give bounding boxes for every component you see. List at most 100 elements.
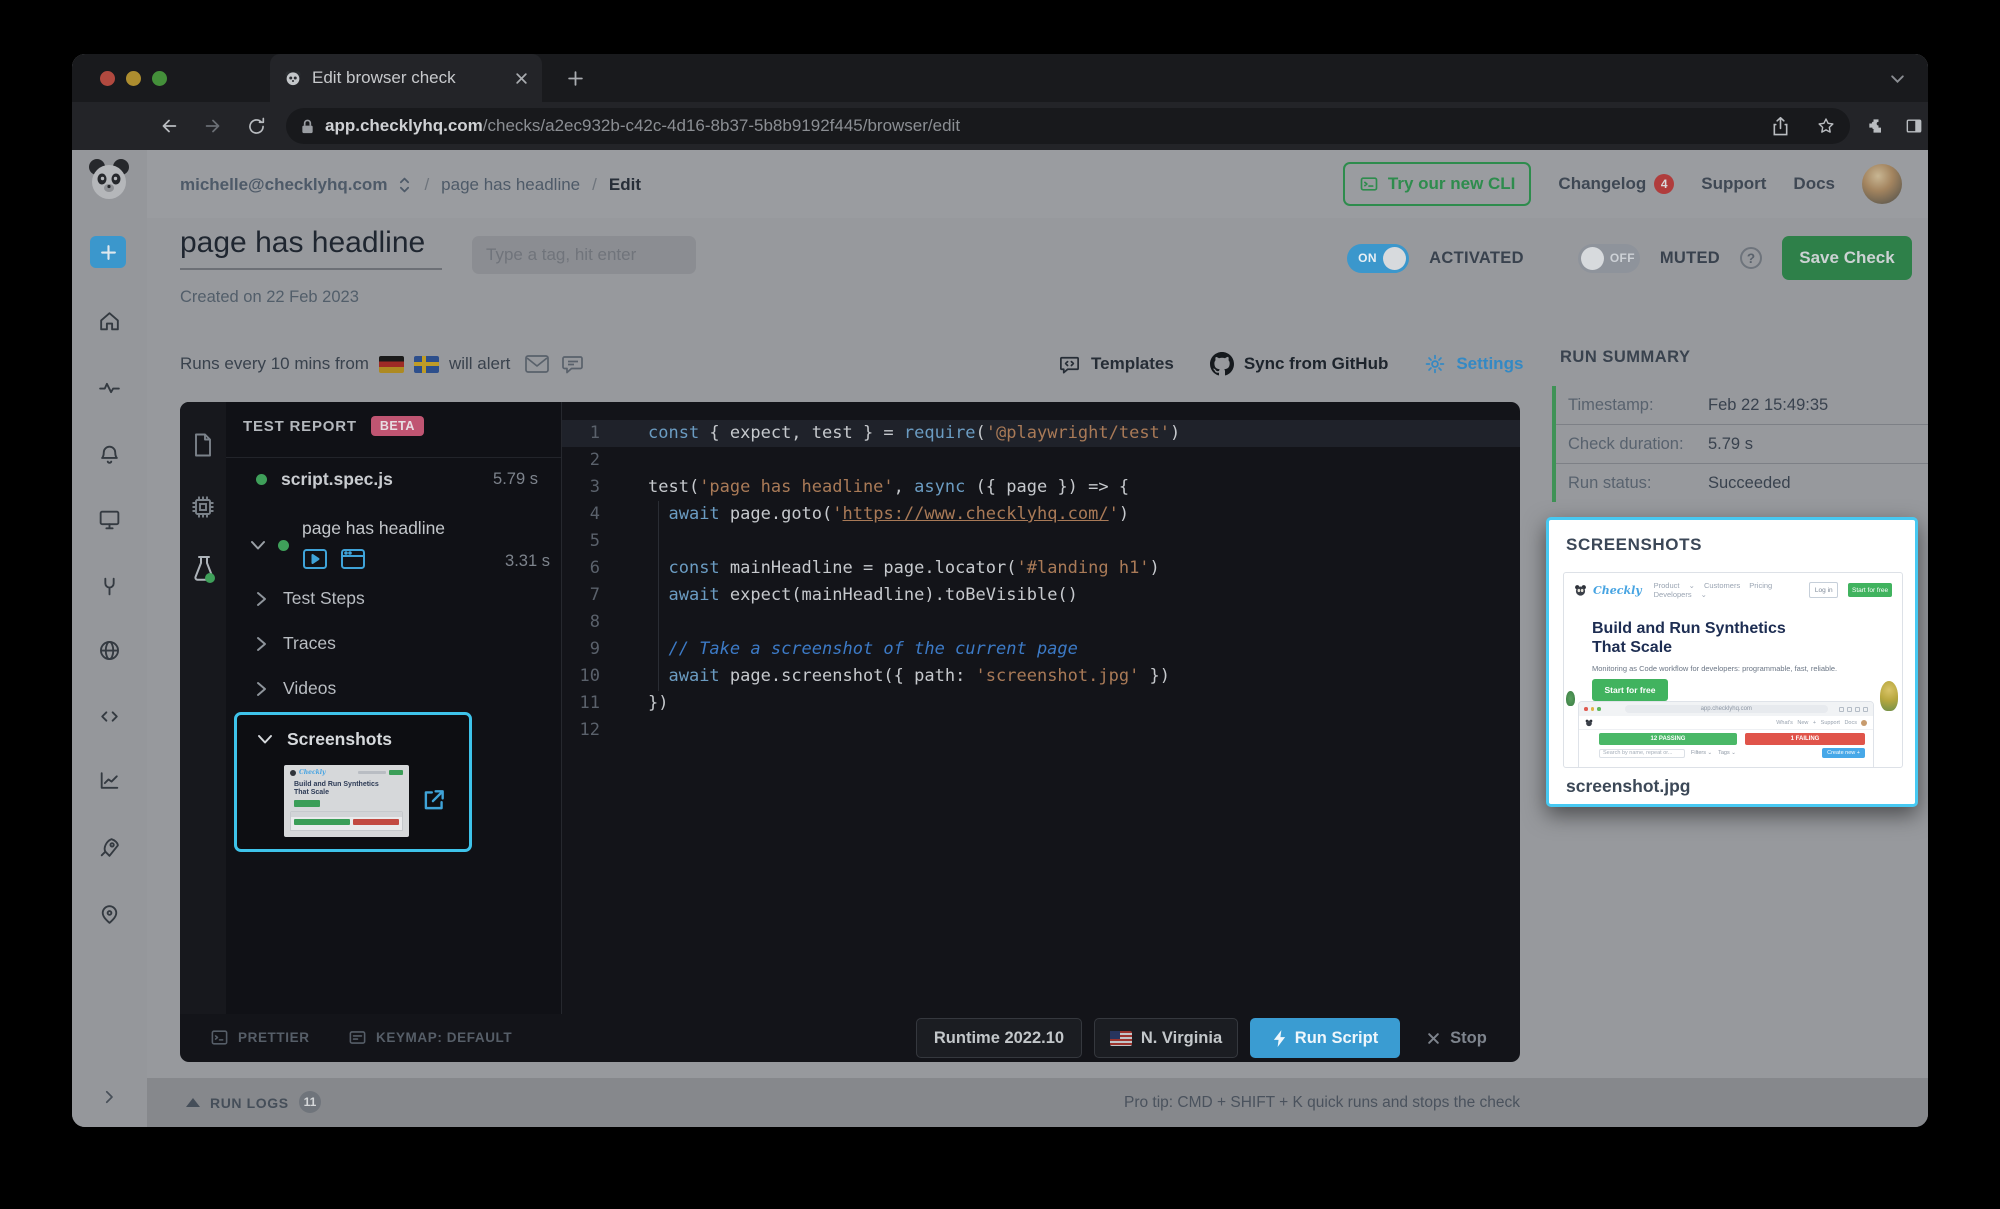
code-line[interactable]: 9 // Take a screenshot of the current pa… xyxy=(562,636,1520,663)
browser-window-icon[interactable] xyxy=(340,548,366,570)
stop-button[interactable]: Stop xyxy=(1412,1018,1502,1058)
activated-toggle[interactable]: ON xyxy=(1347,244,1409,273)
share-icon[interactable] xyxy=(1771,116,1790,137)
start-free-top-button: Start for free xyxy=(1848,583,1892,597)
user-avatar[interactable] xyxy=(1862,164,1902,204)
reload-icon[interactable] xyxy=(246,116,267,137)
docs-link[interactable]: Docs xyxy=(1793,174,1835,194)
region-selector[interactable]: N. Virginia xyxy=(1094,1018,1238,1058)
sidebar-item-monitoring[interactable] xyxy=(97,375,122,400)
sidebar-item-alerts[interactable] xyxy=(97,442,122,467)
x-icon xyxy=(1427,1032,1440,1045)
side-panel-icon[interactable] xyxy=(1904,116,1924,136)
sidebar-expand-chevron-icon[interactable] xyxy=(100,1088,118,1106)
bookmark-star-icon[interactable] xyxy=(1816,116,1836,136)
chevron-right-icon xyxy=(256,591,267,607)
spec-file-row[interactable]: script.spec.js 5.79 s xyxy=(256,464,562,494)
keymap-button[interactable]: KEYMAP: DEFAULT xyxy=(348,1028,512,1047)
tab-close-icon[interactable] xyxy=(515,72,528,85)
account-select-chevrons-icon[interactable] xyxy=(397,175,412,195)
code-line[interactable]: 8 xyxy=(562,609,1520,636)
mini-traffic-yellow xyxy=(1591,707,1595,711)
tab-search-chevron-icon[interactable] xyxy=(1890,74,1905,84)
email-alert-icon[interactable] xyxy=(524,353,550,375)
tab-favicon-panda-icon xyxy=(284,69,302,87)
sidebar-item-maintenance[interactable] xyxy=(97,574,122,599)
browser-tab[interactable]: Edit browser check xyxy=(270,54,542,102)
sidebar-item-locations[interactable] xyxy=(97,902,122,927)
breadcrumb-check-name[interactable]: page has headline xyxy=(441,175,580,195)
try-cli-button[interactable]: Try our new CLI xyxy=(1343,162,1532,206)
mini-filters-dropdown: Filters ⌄ xyxy=(1691,750,1712,756)
code-line[interactable]: 11}) xyxy=(562,690,1520,717)
minimize-window-button[interactable] xyxy=(126,71,141,86)
account-switcher[interactable]: michelle@checklyhq.com xyxy=(180,175,387,195)
muted-toggle[interactable]: OFF xyxy=(1578,244,1640,273)
header-actions: Try our new CLI Changelog 4 Support Docs xyxy=(1343,158,1902,210)
new-tab-button[interactable] xyxy=(567,70,584,87)
url-bar[interactable]: app.checklyhq.com/checks/a2ec932b-c42c-4… xyxy=(286,108,1850,144)
forward-icon[interactable] xyxy=(202,115,224,137)
templates-button[interactable]: Templates xyxy=(1058,353,1174,376)
settings-button[interactable]: Settings xyxy=(1424,353,1523,375)
screenshots-node-header[interactable]: Screenshots xyxy=(257,729,392,750)
back-icon[interactable] xyxy=(158,115,180,137)
code-line[interactable]: 1const { expect, test } = require('@play… xyxy=(562,420,1520,447)
changelog-link[interactable]: Changelog 4 xyxy=(1558,174,1674,194)
mini-create-new-button: Create new + xyxy=(1822,748,1865,758)
extensions-puzzle-icon[interactable] xyxy=(1866,116,1886,136)
code-line[interactable]: 6 const mainHeadline = page.locator('#la… xyxy=(562,555,1520,582)
close-window-button[interactable] xyxy=(100,71,115,86)
maximize-window-button[interactable] xyxy=(152,71,167,86)
sidebar-item-dashboards[interactable] xyxy=(97,507,122,532)
support-link[interactable]: Support xyxy=(1701,174,1766,194)
code-line[interactable]: 4 await page.goto('https://www.checklyhq… xyxy=(562,501,1520,528)
tree-item-videos[interactable]: Videos xyxy=(256,678,336,699)
code-line[interactable]: 10 await page.screenshot({ path: 'screen… xyxy=(562,663,1520,690)
prettier-button[interactable]: PRETTIER xyxy=(210,1028,310,1047)
muted-help-icon[interactable]: ? xyxy=(1740,247,1762,269)
test-report-flask-icon[interactable] xyxy=(190,554,218,584)
chevron-down-icon[interactable] xyxy=(250,540,266,551)
window-controls[interactable] xyxy=(100,71,167,86)
tree-item-test-steps[interactable]: Test Steps xyxy=(256,588,365,609)
code-line[interactable]: 3test('page has headline', async ({ page… xyxy=(562,474,1520,501)
screenshots-node-label: Screenshots xyxy=(287,729,392,750)
tab-title: Edit browser check xyxy=(312,68,515,88)
tree-item-screenshots-highlighted[interactable]: Screenshots Checkly Build and Run Synthe… xyxy=(234,712,472,852)
save-check-button[interactable]: Save Check xyxy=(1782,236,1912,280)
run-script-button[interactable]: Run Script xyxy=(1250,1018,1400,1058)
checkly-panda-logo-icon[interactable] xyxy=(85,155,133,203)
changelog-count-badge: 4 xyxy=(1654,174,1674,194)
screenshot-thumbnail[interactable]: Checkly Product ⌄ Customers Pricing Deve… xyxy=(1563,572,1903,768)
line-number: 6 xyxy=(562,555,618,582)
code-line[interactable]: 12 xyxy=(562,717,1520,744)
code-line[interactable]: 2 xyxy=(562,447,1520,474)
screenshot-mini-thumbnail[interactable]: Checkly Build and Run Synthetics That Sc… xyxy=(284,765,409,837)
sync-github-button[interactable]: Sync from GitHub xyxy=(1210,352,1389,376)
chevron-down-icon xyxy=(257,734,273,745)
video-icon[interactable] xyxy=(302,548,328,570)
tag-input[interactable] xyxy=(472,236,696,274)
external-link-icon[interactable] xyxy=(421,787,447,813)
run-logs-bar[interactable]: RUN LOGS 11 Pro tip: CMD + SHIFT + K qui… xyxy=(147,1078,1928,1127)
code-line[interactable]: 7 await expect(mainHeadline).toBeVisible… xyxy=(562,582,1520,609)
sidebar-item-home[interactable] xyxy=(97,309,122,334)
create-new-button[interactable] xyxy=(90,236,126,268)
file-tab-icon[interactable] xyxy=(191,432,215,458)
chevron-right-icon xyxy=(256,681,267,697)
sidebar-item-private-locations[interactable] xyxy=(97,638,122,663)
check-name-input[interactable] xyxy=(180,226,442,270)
sms-alert-icon[interactable] xyxy=(560,352,585,376)
sidebar-item-quickstart[interactable] xyxy=(97,835,122,860)
tree-item-traces[interactable]: Traces xyxy=(256,633,336,654)
summary-row-timestamp: Timestamp: Feb 22 15:49:35 xyxy=(1556,386,1928,425)
debug-chip-icon[interactable] xyxy=(190,494,216,520)
mini-cta-button xyxy=(294,800,320,807)
sidebar-item-analytics[interactable] xyxy=(97,768,122,793)
breadcrumb-current-page: Edit xyxy=(609,175,641,195)
sweden-flag-icon xyxy=(414,356,439,373)
code-line[interactable]: 5 xyxy=(562,528,1520,555)
runtime-selector[interactable]: Runtime 2022.10 xyxy=(916,1018,1082,1058)
sidebar-item-snippets[interactable] xyxy=(97,704,122,729)
